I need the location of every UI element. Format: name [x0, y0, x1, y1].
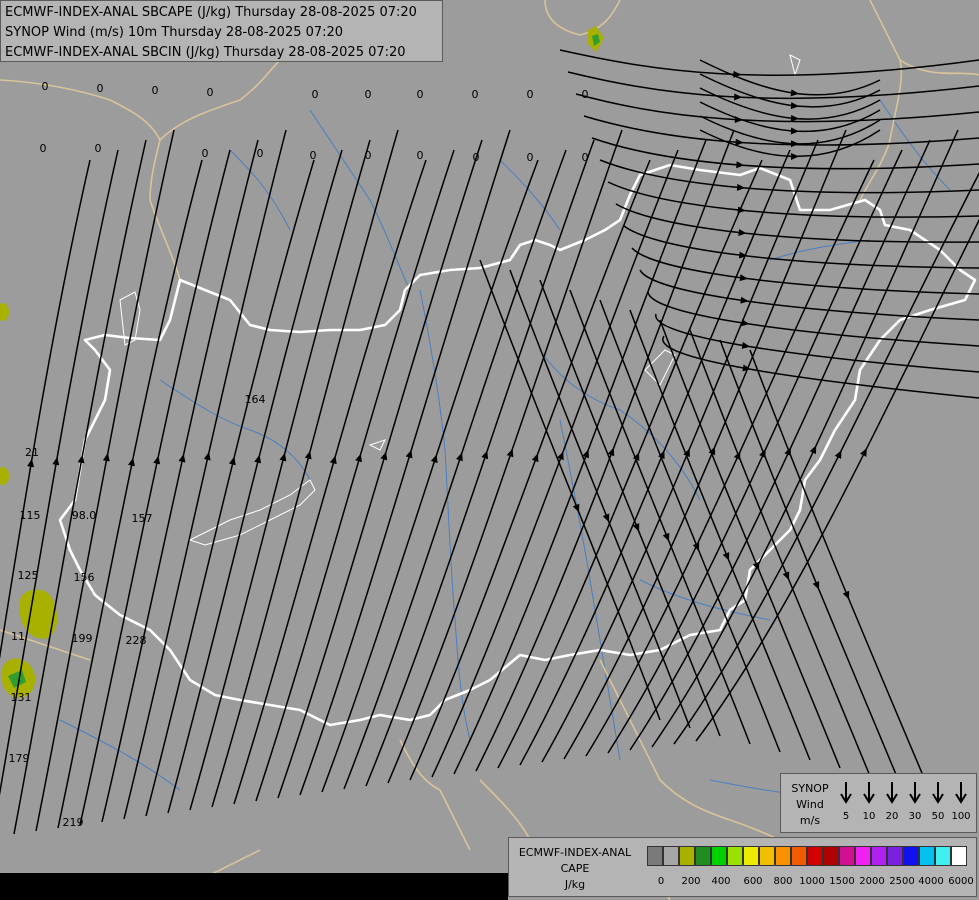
cape-color-swatch	[807, 846, 823, 866]
map-value-label: 157	[132, 512, 153, 525]
cape-color-swatch	[759, 846, 775, 866]
cape-color-swatch	[935, 846, 951, 866]
cape-color-swatch	[647, 846, 663, 866]
wind-speed-label: 30	[908, 811, 922, 822]
map-value-label: 125	[18, 569, 39, 582]
map-value-label: 164	[245, 393, 266, 406]
cape-color-swatch	[855, 846, 871, 866]
title-box: ECMWF-INDEX-ANAL SBCAPE (J/kg) Thursday …	[0, 0, 443, 62]
cape-color-swatch	[663, 846, 679, 866]
map-value-label: 0	[417, 149, 424, 162]
cape-scale-label: 600	[743, 876, 763, 887]
cape-legend-title: ECMWF-INDEX-ANAL	[518, 846, 632, 859]
cape-color-swatch	[887, 846, 903, 866]
map-value-label: 0	[527, 151, 534, 164]
cape-scale-label: 200	[681, 876, 701, 887]
cape-scale-label: 400	[711, 876, 731, 887]
map-value-label: 0	[582, 88, 589, 101]
wind-speed-label: 20	[885, 811, 899, 822]
map-value-label: 21	[25, 446, 39, 459]
wind-speed-label: 100	[951, 811, 971, 822]
map-value-label: 0	[95, 142, 102, 155]
cape-scale-label: 2000	[859, 876, 885, 887]
wind-speed-label: 50	[931, 811, 945, 822]
wind-legend-subtitle: Wind	[796, 798, 824, 811]
map-value-label: 131	[11, 691, 32, 704]
wind-legend-unit: m/s	[799, 814, 821, 827]
map-value-label: 0	[40, 142, 47, 155]
cape-color-swatch	[839, 846, 855, 866]
map-value-label: 0	[582, 151, 589, 164]
cape-color-swatch	[775, 846, 791, 866]
cape-color-swatch	[711, 846, 727, 866]
cape-scale-label: 1000	[799, 876, 825, 887]
map-value-label: 199	[72, 632, 93, 645]
down-arrow-icon	[955, 782, 967, 804]
wind-speed-label: 5	[842, 811, 850, 822]
cape-color-swatch	[743, 846, 759, 866]
cape-scale-label: 800	[773, 876, 793, 887]
map-value-label: 219	[63, 816, 84, 829]
cape-color-swatch	[679, 846, 695, 866]
map-value-label: 0	[473, 151, 480, 164]
weather-map: 0 0 0 0 0 0 0 0 0 00 0 0 0 0 0 0 0 0 016421115 98.0 157125 15…	[0, 0, 979, 900]
cape-scale-label: 2500	[889, 876, 915, 887]
map-value-label: 0	[97, 82, 104, 95]
map-value-label: 115	[20, 509, 41, 522]
cape-color-swatch	[823, 846, 839, 866]
map-value-label: 0	[310, 149, 317, 162]
title-line-sbcin: ECMWF-INDEX-ANAL SBCIN (J/kg) Thursday 2…	[5, 45, 406, 60]
cape-color-swatch	[919, 846, 935, 866]
down-arrow-icon	[863, 782, 875, 804]
map-value-label: 0	[527, 88, 534, 101]
map-value-label: 0	[365, 149, 372, 162]
cape-legend: ECMWF-INDEX-ANAL CAPE J/kg 0 200 400 600 800…	[508, 837, 977, 897]
map-value-label: 0	[42, 80, 49, 93]
cape-color-swatch	[727, 846, 743, 866]
map-value-label: 0	[472, 88, 479, 101]
cape-legend-unit: J/kg	[564, 878, 586, 891]
cape-color-swatch	[951, 846, 967, 866]
map-value-label: 0	[257, 147, 264, 160]
cape-legend-subtitle: CAPE	[560, 862, 590, 875]
down-arrow-icon	[886, 782, 898, 804]
map-value-label: 0	[152, 84, 159, 97]
wind-legend: SYNOP Wind m/s 5 10 20 30 50 100	[780, 773, 977, 833]
wind-legend-title: SYNOP	[791, 782, 829, 795]
map-value-label: 0	[417, 88, 424, 101]
down-arrow-icon	[909, 782, 921, 804]
cape-color-swatch	[871, 846, 887, 866]
map-value-label: 0	[365, 88, 372, 101]
wind-speed-label: 10	[862, 811, 876, 822]
map-value-label: 98.0	[72, 509, 97, 522]
down-arrow-icon	[932, 782, 944, 804]
down-arrow-icon	[840, 782, 852, 804]
map-value-label: 0	[202, 147, 209, 160]
cape-scale-label: 0	[657, 876, 665, 887]
map-value-label: 0	[312, 88, 319, 101]
map-value-label: 0	[207, 86, 214, 99]
cape-color-swatch	[791, 846, 807, 866]
cape-color-swatch	[903, 846, 919, 866]
cape-scale-label: 4000	[918, 876, 944, 887]
map-value-label: 156	[74, 571, 95, 584]
map-value-label: 228	[126, 634, 147, 647]
no-data-band	[0, 873, 508, 900]
cape-color-swatch	[695, 846, 711, 866]
title-line-synop-wind: SYNOP Wind (m/s) 10m Thursday 28-08-2025…	[5, 25, 344, 40]
cape-scale-label: 1500	[829, 876, 855, 887]
map-value-label: 11	[11, 630, 25, 643]
title-line-sbcape: ECMWF-INDEX-ANAL SBCAPE (J/kg) Thursday …	[5, 5, 417, 20]
wind-arrow-icons	[840, 782, 967, 804]
map-value-label: 179	[9, 752, 30, 765]
cape-scale-label: 6000	[948, 876, 974, 887]
